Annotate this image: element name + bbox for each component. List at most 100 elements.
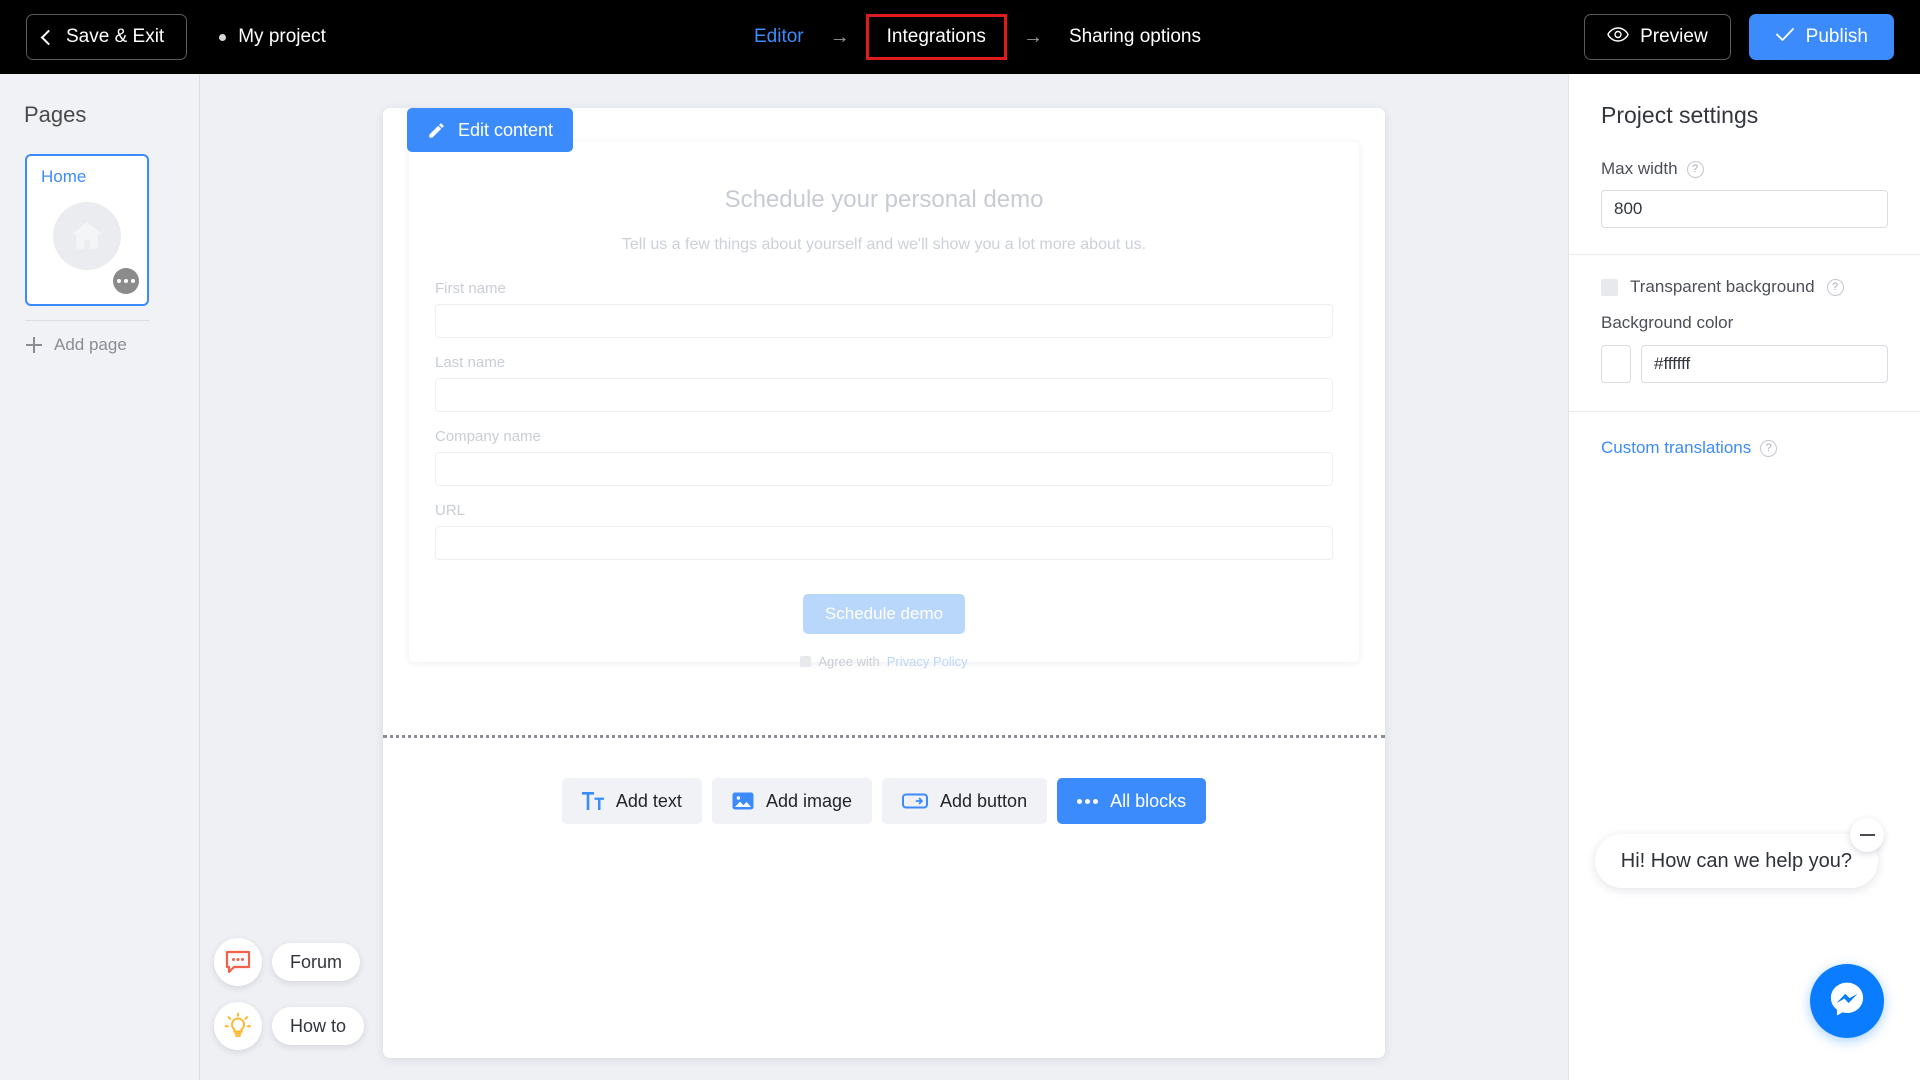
check-icon [1775, 26, 1795, 48]
field-last-name: Last name [435, 354, 1333, 428]
schedule-demo-button[interactable]: Schedule demo [802, 594, 966, 634]
project-settings-panel: Project settings Max width ? Transparent… [1568, 74, 1920, 1080]
field-label-first-name: First name [435, 280, 506, 297]
nav-item-editor[interactable]: Editor [740, 18, 818, 56]
agree-label: Agree with [818, 654, 880, 669]
plus-icon [26, 337, 42, 353]
project-title: My project [219, 26, 326, 48]
ellipsis-dot-2 [1085, 798, 1091, 804]
project-name-label: My project [238, 26, 326, 47]
privacy-policy-link[interactable]: Privacy Policy [887, 654, 968, 669]
edit-content-button[interactable]: Edit content [407, 108, 574, 152]
last-name-input[interactable] [435, 378, 1333, 412]
form-subtitle: Tell us a few things about yourself and … [621, 236, 1147, 253]
transparent-background-checkbox[interactable] [1601, 278, 1618, 296]
add-page-label: Add page [54, 335, 127, 354]
background-color-hex-input[interactable] [1641, 345, 1888, 383]
edit-content-label: Edit content [458, 119, 554, 140]
custom-translations-section: Custom translations ? [1569, 438, 1920, 458]
max-width-label: Max width [1601, 159, 1678, 178]
field-first-name: First name [435, 280, 1333, 354]
ellipsis-dot-3 [1093, 798, 1099, 804]
background-color-row [1601, 345, 1888, 383]
nav-arrow-icon-1: → [829, 25, 850, 48]
messenger-chat-button[interactable] [1810, 964, 1884, 1038]
all-blocks-button[interactable]: All blocks [1057, 778, 1207, 824]
custom-translations-link[interactable]: Custom translations ? [1601, 438, 1888, 458]
messenger-icon [1826, 978, 1868, 1025]
chat-greeting-bubble[interactable]: Hi! How can we help you? [1594, 834, 1878, 888]
field-url: URL [435, 502, 1333, 576]
lightbulb-icon [214, 1002, 262, 1050]
custom-translations-label: Custom translations [1601, 438, 1752, 457]
editor-step-nav: Editor → Integrations → Sharing options [740, 0, 1215, 74]
help-icon-custom-translations[interactable]: ? [1760, 439, 1778, 457]
max-width-input[interactable] [1601, 190, 1888, 228]
privacy-agreement-row: Agree with Privacy Policy [435, 654, 1333, 669]
nav-arrow-icon-2: → [1022, 25, 1043, 48]
page-thumbnail-home[interactable]: Home [25, 154, 149, 306]
editor-canvas-area: Edit content Schedule your personal demo… [200, 74, 1568, 1080]
background-color-swatch[interactable] [1601, 345, 1631, 383]
chat-minimize-button[interactable] [1850, 818, 1884, 852]
company-name-input[interactable] [435, 452, 1333, 486]
panel-divider-1 [1569, 254, 1920, 255]
dot-3 [131, 279, 135, 283]
add-button-label: Add button [940, 790, 1028, 811]
forum-widget[interactable]: Forum [214, 938, 364, 986]
pages-heading: Pages [24, 102, 87, 127]
chevron-left-icon [40, 29, 57, 45]
eye-icon [1607, 26, 1629, 48]
add-image-label: Add image [765, 790, 852, 811]
first-name-input[interactable] [435, 304, 1333, 338]
field-label-last-name: Last name [435, 354, 506, 371]
url-input[interactable] [435, 526, 1333, 560]
help-icon-transparent-background[interactable]: ? [1826, 278, 1844, 296]
status-dot-icon [219, 33, 227, 41]
nav-item-sharing-options[interactable]: Sharing options [1055, 18, 1215, 56]
save-and-exit-button[interactable]: Save & Exit [26, 14, 188, 60]
chat-bubble-icon [214, 938, 262, 986]
form-fields: First name Last name Company name URL Sc… [435, 280, 1333, 669]
page-options-button[interactable] [113, 268, 139, 294]
button-icon [902, 792, 928, 810]
forum-label: Forum [272, 943, 361, 981]
max-width-section: Max width ? [1569, 159, 1920, 228]
text-icon [581, 792, 604, 810]
chat-greeting-text: Hi! How can we help you? [1620, 849, 1852, 872]
max-width-label-row: Max width ? [1601, 159, 1888, 179]
home-icon [53, 201, 121, 270]
block-toolbar: Add text Add image Add button All blocks [383, 778, 1385, 824]
add-text-button[interactable]: Add text [561, 778, 702, 824]
minimize-icon [1859, 834, 1875, 836]
top-bar-actions: Preview Publish [1584, 0, 1894, 74]
form-block[interactable]: Edit content Schedule your personal demo… [407, 108, 1359, 669]
page-thumbnail-label: Home [41, 167, 87, 186]
how-to-widget[interactable]: How to [214, 1002, 365, 1050]
block-insert-divider [383, 735, 1385, 738]
preview-button[interactable]: Preview [1584, 14, 1731, 60]
pages-sidebar: Pages Home Add page [0, 74, 200, 1080]
transparent-background-row[interactable]: Transparent background ? [1601, 277, 1888, 297]
field-company-name: Company name [435, 428, 1333, 502]
nav-item-integrations[interactable]: Integrations [865, 14, 1007, 60]
form-submit-area: Schedule demo [435, 594, 1333, 634]
top-bar: Save & Exit My project Editor → Integrat… [0, 0, 1920, 74]
transparent-background-label: Transparent background [1630, 277, 1815, 296]
add-button-button[interactable]: Add button [882, 778, 1048, 824]
help-icon-max-width[interactable]: ? [1686, 160, 1704, 178]
add-image-button[interactable]: Add image [711, 778, 872, 824]
background-color-label: Background color [1601, 313, 1734, 332]
save-and-exit-label: Save & Exit [66, 26, 165, 47]
ellipsis-dot-1 [1077, 798, 1083, 804]
dot-2 [124, 279, 128, 283]
publish-button[interactable]: Publish [1748, 14, 1894, 60]
pencil-icon [427, 121, 446, 140]
dot-1 [117, 279, 121, 283]
form-header: Schedule your personal demo Tell us a fe… [409, 142, 1359, 254]
add-page-button[interactable]: Add page [26, 335, 199, 355]
all-blocks-label: All blocks [1110, 790, 1187, 811]
preview-label: Preview [1640, 26, 1708, 47]
help-widgets: Forum How to [214, 938, 365, 1050]
agree-checkbox[interactable] [800, 656, 812, 667]
